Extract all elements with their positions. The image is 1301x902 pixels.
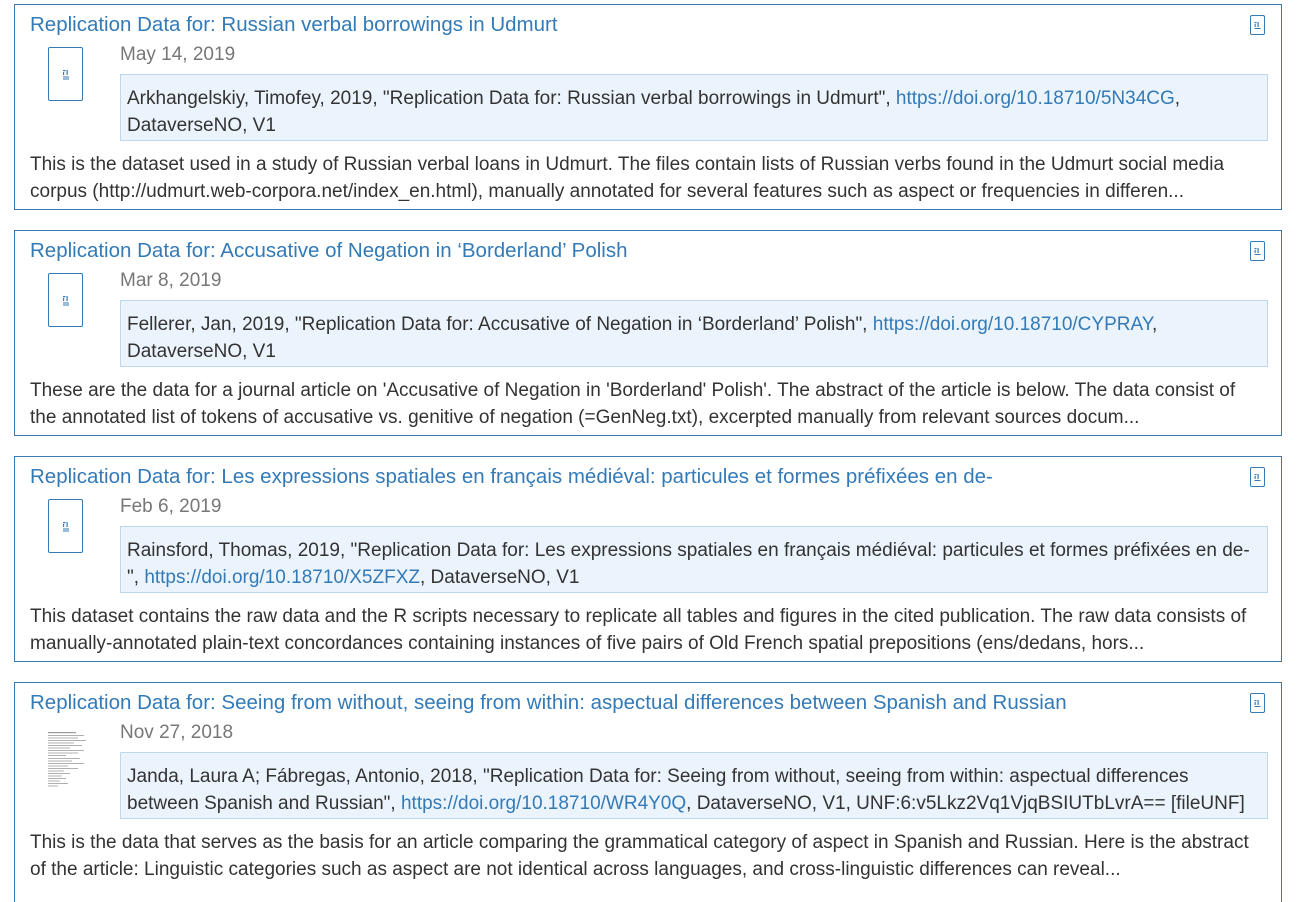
citation-box: Rainsford, Thomas, 2019, "Replication Da… xyxy=(120,526,1268,593)
dataset-result-card: Replication Data for: Seeing from withou… xyxy=(14,682,1282,902)
citation-box: Arkhangelskiy, Timofey, 2019, "Replicati… xyxy=(120,74,1268,141)
dataset-type-icon[interactable] xyxy=(1250,693,1265,713)
citation-box: Janda, Laura A; Fábregas, Antonio, 2018,… xyxy=(120,752,1268,819)
citation-text: Arkhangelskiy, Timofey, 2019, "Replicati… xyxy=(127,88,896,109)
citation-box: Fellerer, Jan, 2019, "Replication Data f… xyxy=(120,300,1268,367)
doi-link[interactable]: https://doi.org/10.18710/CYPRAY xyxy=(873,314,1152,335)
dataset-result-card: Replication Data for: Les expressions sp… xyxy=(14,456,1282,662)
publication-date: Nov 27, 2018 xyxy=(120,722,234,743)
dataset-description: This dataset contains the raw data and t… xyxy=(30,606,1247,654)
dataset-type-icon[interactable] xyxy=(1250,467,1265,487)
publication-date: May 14, 2019 xyxy=(120,44,236,65)
publication-date: Feb 6, 2019 xyxy=(120,496,222,517)
dataset-result-card: Replication Data for: Russian verbal bor… xyxy=(14,4,1282,210)
dataset-description: These are the data for a journal article… xyxy=(30,380,1236,428)
doi-link[interactable]: https://doi.org/10.18710/X5ZFXZ xyxy=(144,567,420,588)
file-icon[interactable] xyxy=(48,499,83,553)
citation-suffix: , DataverseNO, V1 xyxy=(419,567,580,588)
file-icon[interactable] xyxy=(48,273,83,327)
dataset-title-link[interactable]: Replication Data for: Accusative of Nega… xyxy=(30,239,627,263)
dataset-description: This is the data that serves as the basi… xyxy=(30,832,1249,880)
citation-text: Fellerer, Jan, 2019, "Replication Data f… xyxy=(127,314,873,335)
publication-date: Mar 8, 2019 xyxy=(120,270,222,291)
dataset-title-link[interactable]: Replication Data for: Russian verbal bor… xyxy=(30,13,558,37)
dataset-type-icon[interactable] xyxy=(1250,15,1265,35)
dataset-type-icon[interactable] xyxy=(1250,241,1265,261)
document-thumbnail-icon[interactable] xyxy=(43,729,89,793)
dataset-title-link[interactable]: Replication Data for: Les expressions sp… xyxy=(30,465,993,489)
doi-link[interactable]: https://doi.org/10.18710/WR4Y0Q xyxy=(401,793,686,814)
dataset-title-link[interactable]: Replication Data for: Seeing from withou… xyxy=(30,691,1067,715)
file-icon[interactable] xyxy=(48,47,83,101)
citation-suffix: , DataverseNO, V1, UNF:6:v5Lkz2Vq1VjqBSI… xyxy=(686,793,1245,814)
dataset-description: This is the dataset used in a study of R… xyxy=(30,154,1225,202)
dataset-result-card: Replication Data for: Accusative of Nega… xyxy=(14,230,1282,436)
doi-link[interactable]: https://doi.org/10.18710/5N34CG xyxy=(896,88,1175,109)
